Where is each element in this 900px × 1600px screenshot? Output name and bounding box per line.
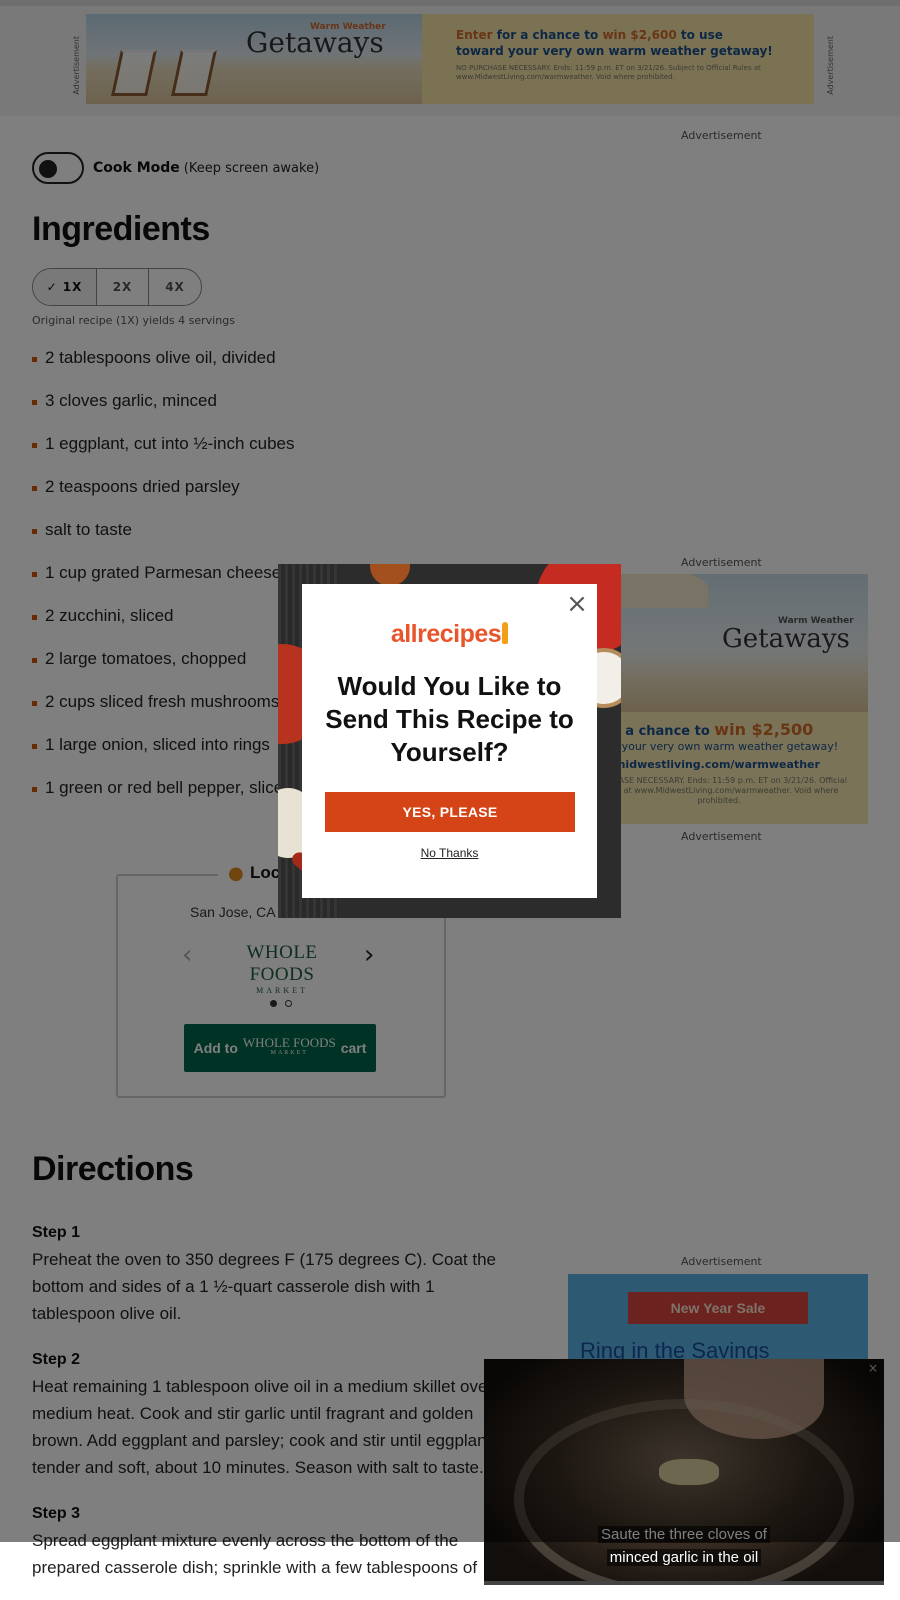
logo-text: allrecipes [390, 620, 502, 648]
close-icon[interactable]: × [566, 591, 588, 617]
send-recipe-modal: × allrecipes Would You Like to Send This… [302, 584, 597, 898]
onion-shape [370, 564, 410, 586]
allrecipes-logo: allrecipes [302, 620, 597, 649]
spoon-icon [502, 622, 509, 644]
caption-line: minced garlic in the oil [606, 1549, 762, 1566]
no-thanks-link[interactable]: No Thanks [302, 846, 597, 860]
recipe-page: Advertisement Warm Weather Getaways Ente… [0, 0, 900, 1600]
video-progress-bar[interactable] [484, 1581, 884, 1585]
yes-please-button[interactable]: YES, PLEASE [325, 792, 575, 832]
modal-question: Would You Like to Send This Recipe to Yo… [325, 671, 574, 767]
